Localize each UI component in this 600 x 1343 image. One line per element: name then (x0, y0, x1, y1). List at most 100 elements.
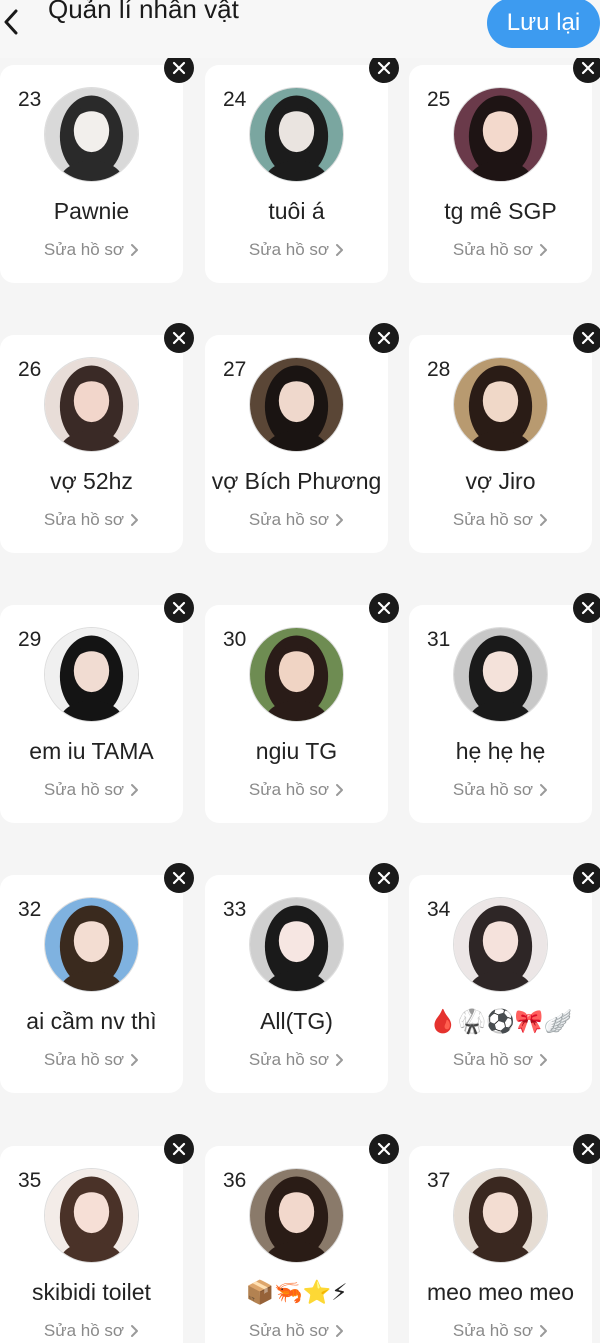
delete-character-button[interactable] (164, 863, 194, 893)
edit-profile-link[interactable]: Sửa hồ sơ (0, 240, 183, 260)
character-name: vợ Bích Phương (211, 468, 382, 494)
chevron-right-icon (130, 243, 139, 257)
close-icon (377, 61, 391, 75)
character-card[interactable]: 35 skibidi toilet Sửa hồ sơ (0, 1146, 183, 1343)
delete-character-button[interactable] (369, 593, 399, 623)
delete-character-button[interactable] (573, 593, 600, 623)
delete-character-button[interactable] (369, 863, 399, 893)
close-icon (172, 1142, 186, 1156)
edit-profile-label: Sửa hồ sơ (452, 780, 534, 799)
edit-profile-link[interactable]: Sửa hồ sơ (409, 510, 592, 530)
chevron-right-icon (335, 1324, 344, 1338)
character-name: em iu TAMA (29, 738, 154, 764)
character-card[interactable]: 25 tg mê SGP Sửa hồ sơ (409, 65, 592, 283)
chevron-right-icon (130, 1053, 139, 1067)
character-card[interactable]: 37 meo meo meo Sửa hồ sơ (409, 1146, 592, 1343)
character-card[interactable]: 31 hẹ hẹ hẹ Sửa hồ sơ (409, 605, 592, 823)
character-card[interactable]: 36 📦🦐⭐⚡ Sửa hồ sơ (205, 1146, 388, 1343)
close-icon (581, 331, 595, 345)
character-number: 23 (18, 88, 42, 111)
close-icon (377, 601, 391, 615)
character-card[interactable]: 24 tuôi á Sửa hồ sơ (205, 65, 388, 283)
character-number: 29 (18, 628, 42, 651)
edit-profile-link[interactable]: Sửa hồ sơ (0, 780, 183, 800)
chevron-right-icon (130, 513, 139, 527)
delete-character-button[interactable] (369, 323, 399, 353)
avatar (453, 627, 548, 722)
edit-profile-label: Sửa hồ sơ (43, 510, 125, 529)
avatar (249, 1168, 344, 1263)
edit-profile-label: Sửa hồ sơ (452, 1050, 534, 1069)
edit-profile-link[interactable]: Sửa hồ sơ (0, 510, 183, 530)
edit-profile-label: Sửa hồ sơ (248, 1321, 330, 1340)
edit-profile-link[interactable]: Sửa hồ sơ (205, 1321, 388, 1341)
back-button[interactable] (0, 8, 22, 36)
edit-profile-link[interactable]: Sửa hồ sơ (205, 510, 388, 530)
character-number: 33 (223, 898, 247, 921)
chevron-right-icon (539, 1324, 548, 1338)
delete-character-button[interactable] (573, 863, 600, 893)
character-card[interactable]: 30 ngiu TG Sửa hồ sơ (205, 605, 388, 823)
avatar (44, 87, 139, 182)
character-card[interactable]: 33 All(TG) Sửa hồ sơ (205, 875, 388, 1093)
delete-character-button[interactable] (573, 323, 600, 353)
edit-profile-link[interactable]: Sửa hồ sơ (0, 1050, 183, 1070)
close-icon (172, 331, 186, 345)
character-number: 28 (427, 358, 451, 381)
edit-profile-label: Sửa hồ sơ (248, 780, 330, 799)
edit-profile-link[interactable]: Sửa hồ sơ (409, 240, 592, 260)
character-number: 36 (223, 1169, 247, 1192)
close-icon (581, 601, 595, 615)
edit-profile-label: Sửa hồ sơ (43, 780, 125, 799)
chevron-right-icon (130, 783, 139, 797)
character-card[interactable]: 27 vợ Bích Phương Sửa hồ sơ (205, 335, 388, 553)
character-name: hẹ hẹ hẹ (455, 738, 546, 764)
close-icon (377, 871, 391, 885)
character-name: 🩸🥋⚽🎀🪽 (428, 1008, 573, 1034)
chevron-right-icon (539, 1053, 548, 1067)
close-icon (377, 331, 391, 345)
save-button[interactable]: Lưu lại (487, 0, 600, 48)
edit-profile-link[interactable]: Sửa hồ sơ (409, 780, 592, 800)
edit-profile-label: Sửa hồ sơ (452, 510, 534, 529)
avatar (44, 897, 139, 992)
character-card[interactable]: 23 Pawnie Sửa hồ sơ (0, 65, 183, 283)
character-card[interactable]: 29 em iu TAMA Sửa hồ sơ (0, 605, 183, 823)
character-name: ai cầm nv thì (26, 1008, 157, 1034)
character-card[interactable]: 32 ai cầm nv thì Sửa hồ sơ (0, 875, 183, 1093)
edit-profile-link[interactable]: Sửa hồ sơ (205, 780, 388, 800)
delete-character-button[interactable] (164, 593, 194, 623)
avatar (249, 357, 344, 452)
character-card[interactable]: 28 vợ Jiro Sửa hồ sơ (409, 335, 592, 553)
character-number: 25 (427, 88, 451, 111)
chevron-right-icon (539, 243, 548, 257)
character-number: 34 (427, 898, 451, 921)
avatar (44, 1168, 139, 1263)
delete-character-button[interactable] (164, 1134, 194, 1164)
character-name: skibidi toilet (32, 1279, 151, 1305)
delete-character-button[interactable] (573, 1134, 600, 1164)
character-name: vợ 52hz (50, 468, 133, 494)
character-card[interactable]: 34 🩸🥋⚽🎀🪽 Sửa hồ sơ (409, 875, 592, 1093)
edit-profile-link[interactable]: Sửa hồ sơ (205, 1050, 388, 1070)
character-name: All(TG) (260, 1008, 333, 1034)
character-name: vợ Jiro (465, 468, 536, 494)
edit-profile-link[interactable]: Sửa hồ sơ (409, 1050, 592, 1070)
delete-character-button[interactable] (164, 323, 194, 353)
character-card[interactable]: 26 vợ 52hz Sửa hồ sơ (0, 335, 183, 553)
avatar (249, 897, 344, 992)
edit-profile-label: Sửa hồ sơ (43, 240, 125, 259)
edit-profile-link[interactable]: Sửa hồ sơ (205, 240, 388, 260)
chevron-left-icon (4, 9, 18, 35)
character-name: Pawnie (53, 198, 130, 224)
edit-profile-link[interactable]: Sửa hồ sơ (409, 1321, 592, 1341)
character-grid: 23 Pawnie Sửa hồ sơ 24 tuôi á Sửa hồ sơ 25 tg m… (0, 0, 600, 1343)
edit-profile-label: Sửa hồ sơ (43, 1321, 125, 1340)
edit-profile-link[interactable]: Sửa hồ sơ (0, 1321, 183, 1341)
avatar (453, 897, 548, 992)
avatar (249, 627, 344, 722)
delete-character-button[interactable] (369, 1134, 399, 1164)
top-bar: Quản lí nhân vật Lưu lại (0, 0, 600, 58)
chevron-right-icon (130, 1324, 139, 1338)
avatar (44, 357, 139, 452)
